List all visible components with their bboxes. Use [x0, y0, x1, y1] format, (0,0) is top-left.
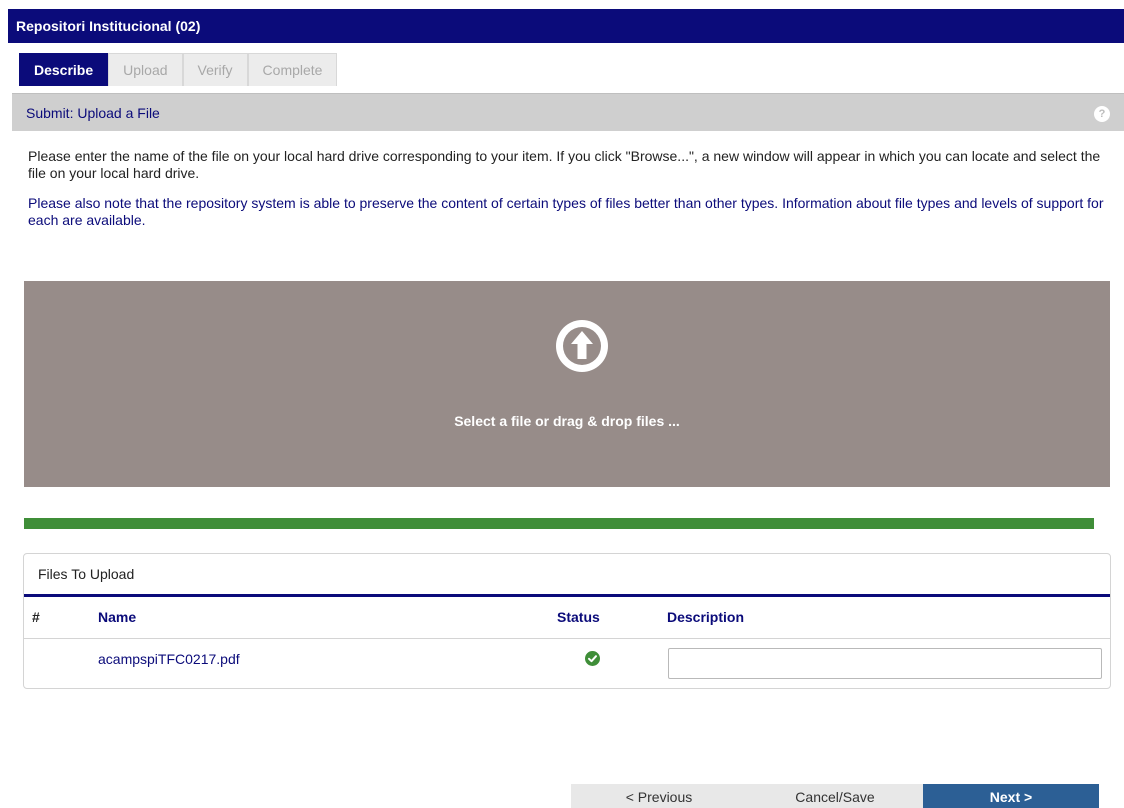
step-upload[interactable]: Upload [108, 53, 183, 86]
help-icon[interactable]: ? [1094, 106, 1110, 122]
column-header-description: Description [667, 609, 745, 625]
step-complete[interactable]: Complete [247, 53, 338, 86]
dropzone-label: Select a file or drag & drop files ... [454, 413, 680, 429]
cancel-save-button[interactable]: Cancel/Save [747, 784, 923, 808]
file-types-note: Please also note that the repository sys… [28, 195, 1104, 228]
row-divider [24, 638, 1110, 639]
files-table-header-divider [24, 594, 1110, 597]
column-header-status: Status [557, 609, 600, 625]
repository-title: Repositori Institucional (02) [16, 18, 201, 34]
upload-arrow-icon [556, 320, 608, 372]
column-header-index: # [32, 609, 40, 625]
success-check-icon [585, 651, 600, 666]
files-to-upload-table: Files To Upload # Name Status Descriptio… [23, 553, 1111, 689]
upload-progress-fill [24, 518, 1094, 529]
panel-title: Submit: Upload a File [26, 105, 160, 121]
step-verify[interactable]: Verify [182, 53, 248, 86]
column-header-name: Name [98, 609, 137, 625]
file-description-input[interactable] [668, 648, 1102, 679]
panel-header: Submit: Upload a File ? [12, 93, 1124, 131]
files-table-title: Files To Upload [38, 566, 135, 582]
file-dropzone[interactable]: Select a file or drag & drop files ... [24, 281, 1110, 487]
next-button[interactable]: Next > [923, 784, 1099, 808]
previous-button[interactable]: < Previous [571, 784, 747, 808]
step-describe[interactable]: Describe [19, 53, 109, 86]
file-row-name: acampspiTFC0217.pdf [98, 651, 240, 667]
repository-title-bar: Repositori Institucional (02) [8, 9, 1124, 43]
upload-progress-bar [24, 518, 1094, 529]
intro-text: Please enter the name of the file on you… [28, 148, 1101, 181]
submission-steps: Describe Upload Verify Complete [19, 53, 338, 86]
